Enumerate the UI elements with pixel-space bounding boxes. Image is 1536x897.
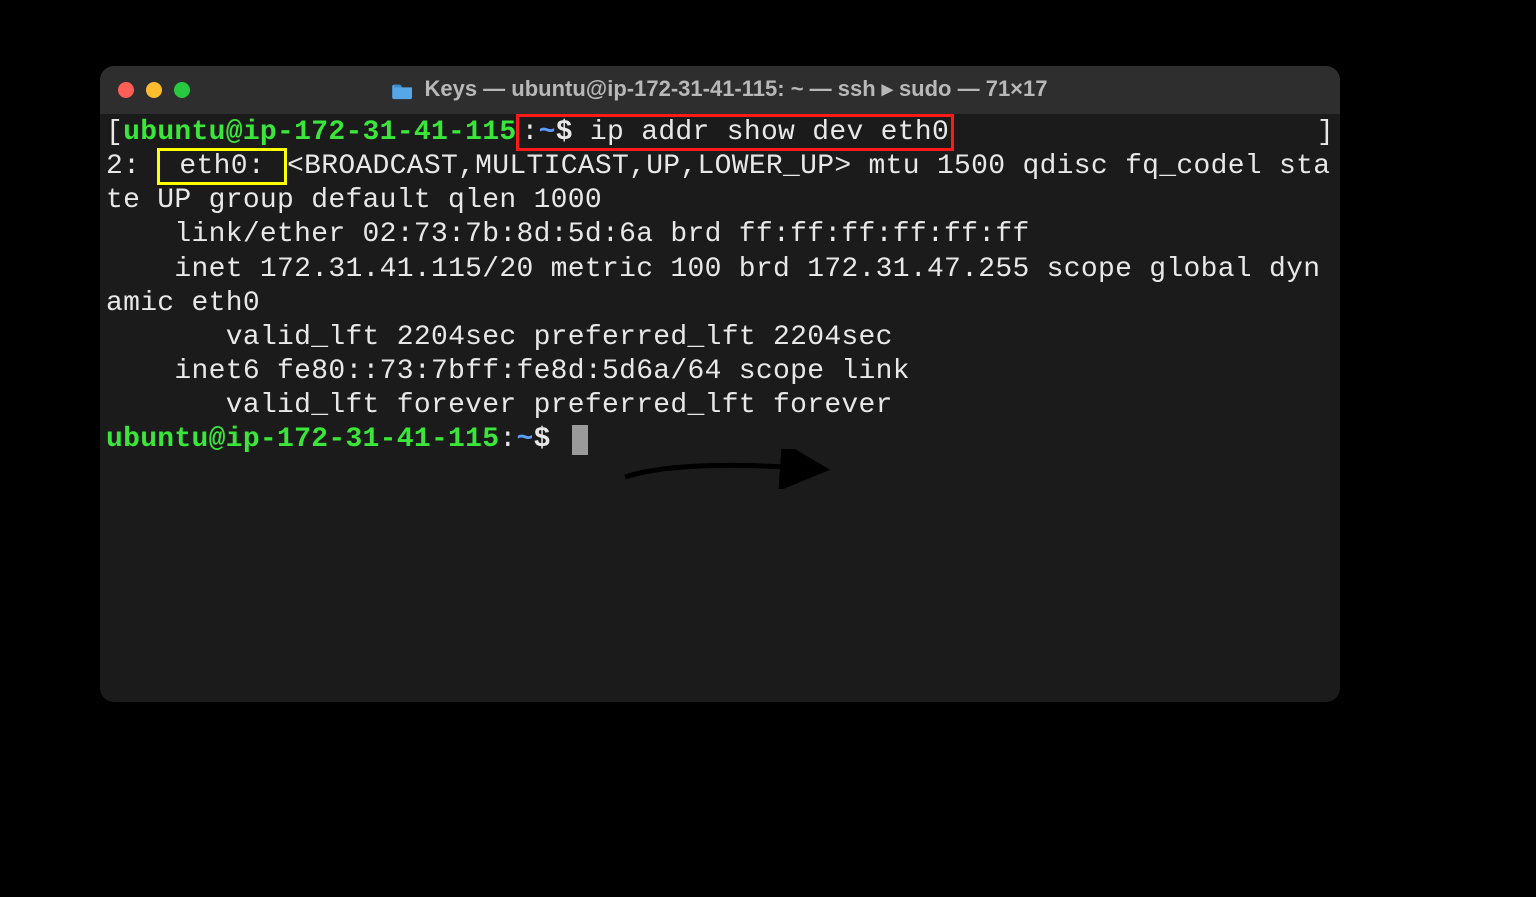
output-line-2: link/ether 02:73:7b:8d:5d:6a brd ff:ff:f…: [106, 219, 1030, 250]
folder-icon: [392, 80, 414, 98]
command-text: ip addr show dev eth0: [573, 117, 949, 148]
cursor: [572, 425, 588, 455]
terminal-window: Keys — ubuntu@ip-172-31-41-115: ~ — ssh …: [100, 66, 1340, 702]
prompt2-colon: :: [499, 424, 516, 455]
prompt2-dollar: $: [534, 424, 551, 455]
prompt-path: ~: [539, 117, 556, 148]
prompt-dollar: $: [556, 117, 573, 148]
output-line-3: inet 172.31.41.115/20 metric 100 brd 172…: [106, 254, 1320, 319]
minimize-button[interactable]: [146, 82, 162, 98]
output-line-1-rest: <BROADCAST,MULTICAST,UP,LOWER_UP> mtu 15…: [106, 151, 1330, 216]
prompt-colon: :: [521, 117, 538, 148]
output-line-1-pre: 2:: [106, 151, 157, 182]
prompt2-path: ~: [516, 424, 533, 455]
output-line-6: valid_lft forever preferred_lft forever: [106, 390, 893, 421]
bracket-open: [: [106, 117, 123, 148]
close-button[interactable]: [118, 82, 134, 98]
window-title: Keys — ubuntu@ip-172-31-41-115: ~ — ssh …: [424, 76, 1047, 102]
annotation-arrow-icon: [620, 449, 830, 489]
titlebar[interactable]: Keys — ubuntu@ip-172-31-41-115: ~ — ssh …: [100, 66, 1340, 114]
prompt2-user-host: ubuntu@ip-172-31-41-115: [106, 424, 499, 455]
terminal-body[interactable]: [ubuntu@ip-172-31-41-115:~$ ip addr show…: [100, 114, 1340, 702]
command-highlight-box: :~$ ip addr show dev eth0: [516, 114, 954, 151]
traffic-lights: [100, 82, 190, 98]
output-line-5: inet6 fe80::73:7bff:fe8d:5d6a/64 scope l…: [106, 356, 910, 387]
zoom-button[interactable]: [174, 82, 190, 98]
window-title-container: Keys — ubuntu@ip-172-31-41-115: ~ — ssh …: [100, 76, 1340, 105]
bracket-close: ]: [1317, 116, 1334, 150]
interface-name-highlight: eth0:: [157, 148, 287, 185]
output-line-4: valid_lft 2204sec preferred_lft 2204sec: [106, 322, 893, 353]
prompt-user-host: ubuntu@ip-172-31-41-115: [123, 117, 516, 148]
